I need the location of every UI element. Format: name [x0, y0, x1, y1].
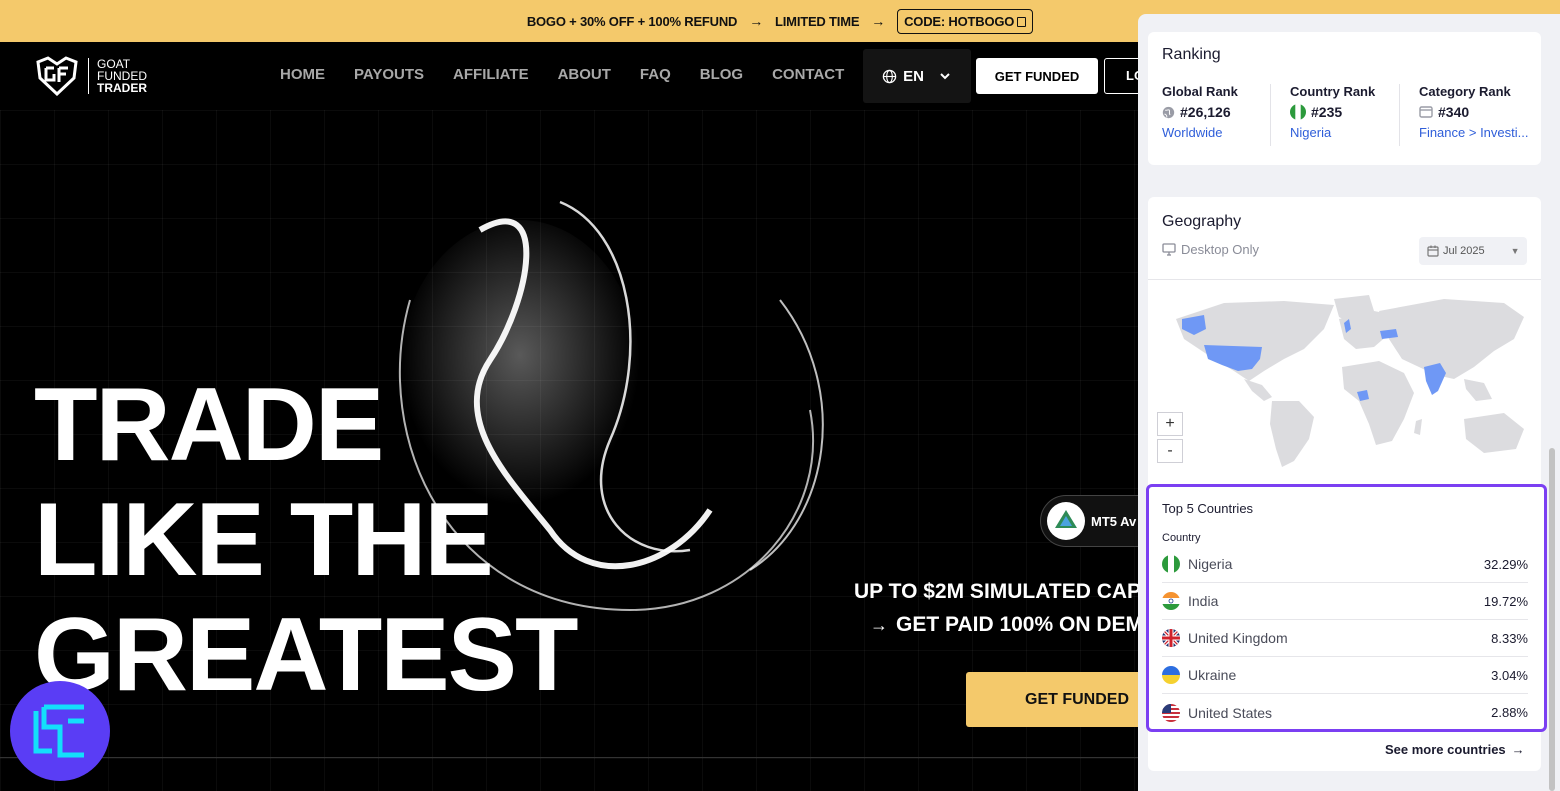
nigeria-flag-icon [1290, 104, 1306, 120]
ukraine-flag-icon [1162, 666, 1180, 684]
category-rank-value-row: #340 [1419, 104, 1529, 120]
headline-line: GREATEST [34, 597, 579, 713]
us-flag-icon [1162, 703, 1180, 722]
promo-limited: LIMITED TIME [775, 13, 860, 29]
country-rank: Country Rank #235 Nigeria [1290, 84, 1410, 140]
language-label: EN [903, 67, 924, 85]
uk-flag-icon [1162, 629, 1180, 647]
device-label: Desktop Only [1181, 242, 1260, 257]
globe-icon [1162, 106, 1175, 118]
language-selector[interactable]: EN [863, 49, 971, 103]
zoom-in-button[interactable]: + [1157, 412, 1183, 436]
country-row[interactable]: United States 2.88% [1162, 694, 1528, 731]
hero-subline-text: GET PAID 100% ON DEM [896, 613, 1143, 636]
country-name: Ukraine [1188, 667, 1237, 683]
nav-contact[interactable]: CONTACT [772, 66, 844, 83]
desktop-icon [1162, 243, 1176, 256]
divider [0, 757, 1140, 758]
headline-line: TRADE [34, 367, 384, 483]
arrow-right-icon: → [749, 13, 764, 29]
category-rank-link[interactable]: Finance > Investi... [1419, 125, 1529, 140]
country-percent: 32.29% [1483, 556, 1528, 572]
divider [1270, 84, 1271, 146]
global-rank-value-row: #26,126 [1162, 104, 1282, 120]
country-percent: 8.33% [1491, 630, 1528, 646]
nav-payouts[interactable]: PAYOUTS [354, 66, 424, 83]
country-name: India [1188, 593, 1219, 609]
nigeria-flag-icon [1162, 555, 1180, 573]
nav-home[interactable]: HOME [280, 66, 325, 83]
arrow-right-icon: → [871, 13, 886, 29]
country-percent: 2.88% [1491, 705, 1528, 720]
hero-subline-2: → GET PAID 100% ON DEM [870, 613, 1143, 637]
see-more-countries-link[interactable]: See more countries → [1385, 742, 1525, 757]
chevron-down-icon: ▼ [1510, 246, 1520, 256]
tradingfinder-logo [10, 681, 110, 781]
zoom-out-button[interactable]: - [1157, 439, 1183, 463]
top-countries-title: Top 5 Countries [1162, 501, 1254, 516]
country-row[interactable]: Ukraine 3.04% [1162, 657, 1528, 694]
metatrader-logo-icon [1047, 502, 1085, 540]
country-name: United States [1188, 704, 1273, 721]
date-label: Jul 2025 [1443, 245, 1485, 257]
nav-blog[interactable]: BLOG [700, 66, 743, 83]
country-rank-value-row: #235 [1290, 104, 1410, 120]
geography-title: Geography [1162, 213, 1242, 230]
category-rank-label: Category Rank [1419, 84, 1511, 99]
site-logo[interactable]: GOAT FUNDED TRADER [34, 56, 147, 96]
see-more-label: See more countries [1385, 742, 1506, 757]
tf-logo-icon [33, 704, 84, 758]
ranking-card: Ranking Global Rank #26,126 Worldwide Co… [1148, 32, 1541, 165]
country-row[interactable]: United Kingdom 8.33% [1162, 620, 1528, 657]
global-rank-link[interactable]: Worldwide [1162, 125, 1282, 140]
category-rank-value: #340 [1438, 104, 1470, 120]
date-select[interactable]: Jul 2025 ▼ [1419, 237, 1527, 265]
panel-scrollbar[interactable] [1549, 448, 1555, 791]
divider [1399, 84, 1400, 146]
country-percent: 3.04% [1491, 667, 1528, 683]
country-rank-link[interactable]: Nigeria [1290, 125, 1410, 140]
country-rank-label: Country Rank [1290, 84, 1376, 99]
chevron-down-icon [940, 73, 950, 80]
country-row[interactable]: India 19.72% [1162, 583, 1528, 620]
country-name: Nigeria [1188, 556, 1233, 572]
logo-wordmark: GOAT FUNDED TRADER [88, 58, 147, 94]
country-rank-value: #235 [1311, 104, 1343, 120]
copy-icon [1017, 17, 1027, 27]
country-row[interactable]: Nigeria 32.29% [1162, 546, 1528, 583]
india-flag-icon [1162, 592, 1180, 610]
country-name: United Kingdom [1188, 630, 1288, 646]
category-icon [1419, 106, 1433, 118]
arrow-right-icon: → [870, 615, 888, 635]
ranking-title: Ranking [1162, 46, 1221, 63]
arrow-right-icon: → [1511, 742, 1525, 757]
globe-icon [882, 69, 897, 83]
nav-faq[interactable]: FAQ [640, 66, 671, 83]
headline-line: LIKE THE [34, 482, 494, 598]
hero-subline: UP TO $2M SIMULATED CAP [854, 580, 1142, 603]
get-funded-button[interactable]: GET FUNDED [976, 58, 1098, 94]
nav-affiliate[interactable]: AFFILIATE [453, 66, 529, 83]
global-rank-label: Global Rank [1162, 84, 1238, 99]
global-rank: Global Rank #26,126 Worldwide [1162, 84, 1282, 140]
category-rank: Category Rank #340 Finance > Investi... [1419, 84, 1529, 140]
nav-about[interactable]: ABOUT [558, 66, 611, 83]
goat-logo-icon [36, 56, 78, 96]
hero-headline: TRADE LIKE THE GREATEST [34, 367, 579, 713]
global-rank-value: #26,126 [1180, 104, 1231, 120]
main-menu: HOME PAYOUTS AFFILIATE ABOUT FAQ BLOG CO… [280, 66, 844, 83]
country-percent: 19.72% [1483, 593, 1528, 609]
logo-line: TRADER [97, 81, 147, 95]
hero-get-funded-button[interactable]: GET FUNDED [966, 672, 1166, 727]
calendar-icon [1427, 245, 1439, 257]
country-column-header: Country [1162, 532, 1201, 544]
mt5-label: MT5 Av [1091, 513, 1137, 529]
top-countries-box: Top 5 Countries Country Nigeria 32.29% I… [1146, 484, 1547, 732]
world-map[interactable] [1164, 289, 1534, 469]
divider [1148, 279, 1541, 280]
promo-offer: BOGO + 30% OFF + 100% REFUND [526, 13, 738, 29]
promo-code: CODE: HOTBOGO [904, 13, 1015, 29]
device-filter: Desktop Only [1162, 242, 1259, 257]
promo-code-button[interactable]: CODE: HOTBOGO [897, 8, 1034, 34]
